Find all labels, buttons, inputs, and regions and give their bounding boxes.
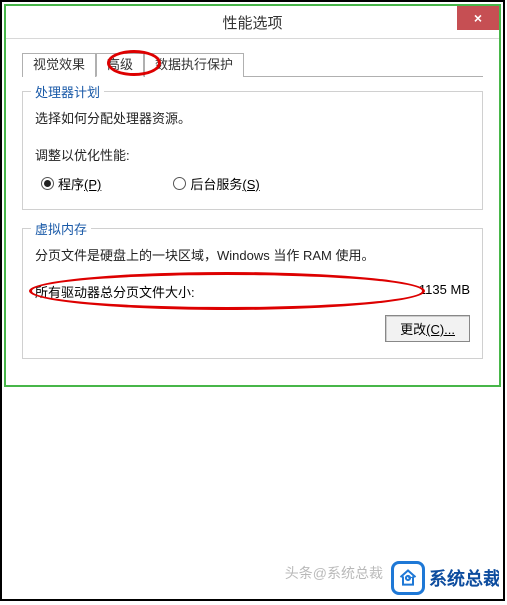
radio-label: 后台服务(S): [190, 174, 259, 193]
vm-total-label: 所有驱动器总分页文件大小:: [35, 282, 195, 301]
performance-options-window: 性能选项 × 视觉效果 高级 数据执行保护 处理器计划 选择如何分配处理: [4, 4, 501, 387]
brand-text: 系统总裁: [429, 565, 499, 591]
virtual-memory-group: 虚拟内存 分页文件是硬盘上的一块区域，Windows 当作 RAM 使用。 所有…: [22, 228, 483, 359]
window-title: 性能选项: [222, 12, 282, 33]
group-description: 分页文件是硬盘上的一块区域，Windows 当作 RAM 使用。: [35, 245, 470, 264]
close-icon: ×: [474, 10, 482, 26]
change-button[interactable]: 更改(C)...: [385, 315, 470, 342]
vm-total-value: 1135 MB: [419, 282, 470, 301]
tab-label: 视觉效果: [33, 57, 85, 72]
dialog-content: 视觉效果 高级 数据执行保护 处理器计划 选择如何分配处理器资源。 调整以优化性…: [6, 39, 499, 391]
vm-total-row: 所有驱动器总分页文件大小: 1135 MB: [35, 282, 470, 301]
tab-advanced[interactable]: 高级: [96, 53, 144, 77]
radio-icon: [41, 177, 54, 190]
tab-dep[interactable]: 数据执行保护: [144, 53, 244, 77]
watermark-text: 头条@系统总裁: [285, 563, 383, 583]
tab-label: 数据执行保护: [155, 57, 233, 72]
tab-label: 高级: [107, 57, 133, 72]
tab-visual-effects[interactable]: 视觉效果: [22, 53, 96, 77]
radio-background-services[interactable]: 后台服务(S): [173, 174, 259, 193]
group-description: 选择如何分配处理器资源。: [35, 108, 470, 127]
radio-programs[interactable]: 程序(P): [41, 174, 101, 193]
tab-strip: 视觉效果 高级 数据执行保护: [22, 53, 483, 77]
group-title: 虚拟内存: [31, 219, 91, 238]
titlebar: 性能选项 ×: [6, 6, 499, 39]
change-button-row: 更改(C)...: [35, 315, 470, 342]
group-title: 处理器计划: [31, 82, 104, 101]
house-icon: [391, 561, 425, 595]
adjust-label: 调整以优化性能:: [35, 145, 470, 164]
processor-schedule-group: 处理器计划 选择如何分配处理器资源。 调整以优化性能: 程序(P) 后台服务(S…: [22, 91, 483, 210]
radio-row: 程序(P) 后台服务(S): [41, 174, 470, 193]
radio-icon: [173, 177, 186, 190]
close-button[interactable]: ×: [457, 6, 499, 30]
watermark-logo: 系统总裁: [391, 561, 499, 595]
radio-label: 程序(P): [58, 174, 101, 193]
